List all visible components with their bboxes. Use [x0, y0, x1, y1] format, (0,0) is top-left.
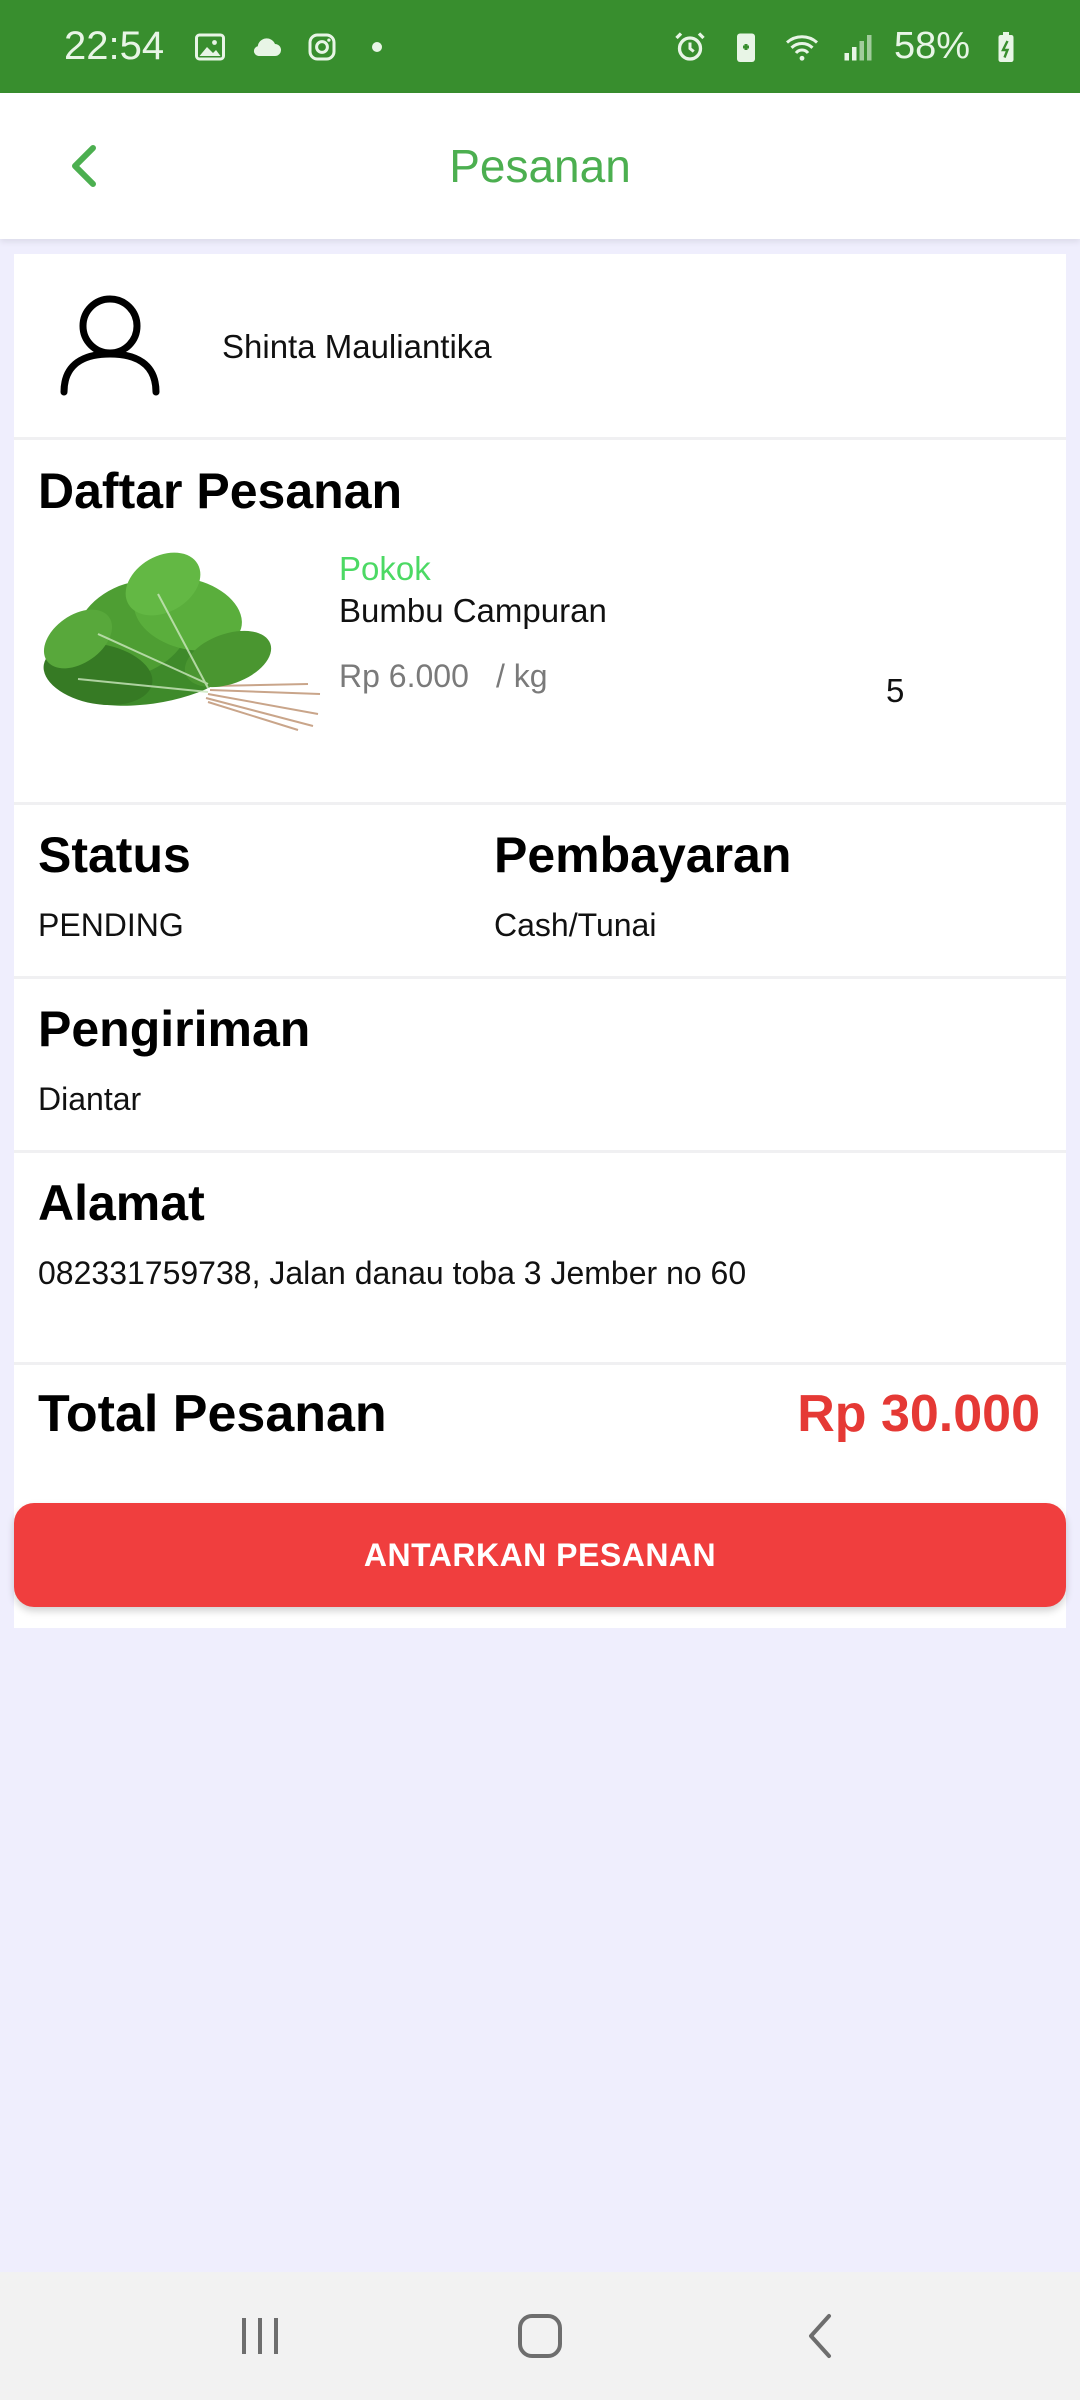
product-price: Rp 6.000	[339, 658, 469, 694]
divider	[14, 1150, 1066, 1153]
order-list-title: Daftar Pesanan	[38, 463, 403, 519]
signal-icon	[838, 27, 878, 67]
back-button[interactable]	[48, 131, 118, 201]
status-badge: PENDING	[38, 907, 184, 943]
back-icon	[809, 2314, 831, 2358]
wifi-icon	[782, 27, 822, 67]
product-name: Bumbu Campuran	[339, 592, 607, 629]
system-back-button[interactable]	[775, 2291, 865, 2381]
divider	[14, 976, 1066, 979]
deliver-order-button[interactable]: ANTARKAN PESANAN	[14, 1503, 1066, 1607]
system-nav-bar	[0, 2272, 1080, 2400]
app-bar: Pesanan	[0, 93, 1080, 239]
divider	[14, 1362, 1066, 1365]
gallery-icon	[190, 27, 230, 67]
product-unit: / kg	[496, 658, 548, 694]
instagram-icon	[302, 27, 342, 67]
divider	[14, 802, 1066, 805]
order-card: Shinta Mauliantika Daftar Pesanan Pokok …	[14, 254, 1066, 1628]
chevron-left-icon	[72, 145, 96, 187]
cloud-icon	[246, 27, 286, 67]
dot-icon	[372, 41, 383, 52]
status-bar: 22:54 58%	[0, 0, 1080, 93]
recent-apps-button[interactable]	[215, 2291, 305, 2381]
home-button[interactable]	[495, 2291, 585, 2381]
battery-icon	[986, 27, 1026, 67]
shipping-value: Diantar	[38, 1081, 142, 1117]
home-icon	[518, 2314, 562, 2358]
status-time: 22:54	[64, 24, 165, 68]
address-title: Alamat	[38, 1175, 205, 1231]
recent-apps-icon	[242, 2318, 278, 2354]
battery-saver-icon	[726, 27, 766, 67]
address-value: 082331759738, Jalan danau toba 3 Jember …	[38, 1255, 747, 1291]
shipping-title: Pengiriman	[38, 1001, 311, 1057]
status-bar-right: 58%	[670, 25, 1026, 68]
battery-percentage: 58%	[893, 25, 970, 67]
user-icon	[58, 292, 162, 398]
total-value: Rp 30.000	[797, 1385, 1040, 1443]
page-title: Pesanan	[449, 140, 631, 192]
total-label: Total Pesanan	[38, 1385, 387, 1443]
customer-row: Shinta Mauliantika	[14, 254, 1066, 437]
divider	[14, 437, 1066, 440]
product-category: Pokok	[339, 550, 431, 587]
status-bar-left: 22:54	[64, 24, 383, 69]
product-quantity: 5	[886, 672, 905, 709]
customer-name: Shinta Mauliantika	[222, 328, 492, 365]
spinach-image	[38, 544, 328, 734]
payment-value: Cash/Tunai	[494, 907, 657, 943]
status-title: Status	[38, 827, 191, 883]
payment-title: Pembayaran	[494, 827, 792, 883]
alarm-icon	[670, 27, 710, 67]
